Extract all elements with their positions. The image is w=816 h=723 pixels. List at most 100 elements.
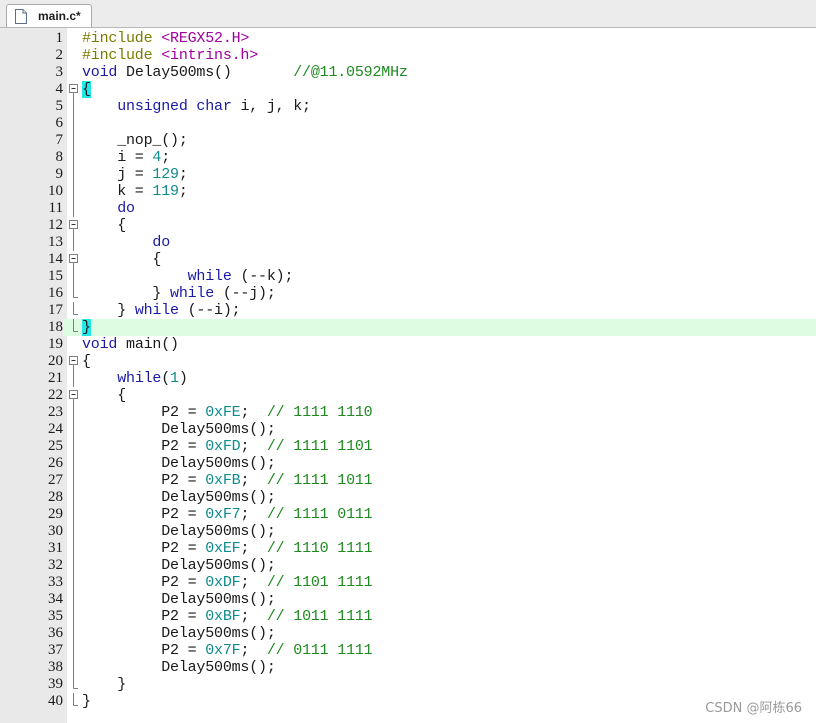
tab-main-c[interactable]: main.c* bbox=[6, 4, 92, 27]
code-line[interactable]: 37 P2 = 0x7F; // 0111 1111 bbox=[0, 642, 816, 659]
code-line[interactable]: 13 do bbox=[0, 234, 816, 251]
code-line[interactable]: 21 while(1) bbox=[0, 370, 816, 387]
code-text: Delay500ms(); bbox=[82, 421, 276, 438]
line-number: 25 bbox=[48, 438, 63, 454]
code-text: } while (--i); bbox=[82, 302, 240, 319]
fold-collapse-icon[interactable] bbox=[67, 217, 80, 234]
code-line[interactable]: 9 j = 129; bbox=[0, 166, 816, 183]
fold-guide-icon bbox=[67, 132, 80, 149]
line-number: 4 bbox=[55, 81, 64, 97]
code-line[interactable]: 33 P2 = 0xDF; // 1101 1111 bbox=[0, 574, 816, 591]
code-text: P2 = 0xFB; // 1111 1011 bbox=[82, 472, 372, 489]
code-line[interactable]: 40} bbox=[0, 693, 816, 710]
code-line[interactable]: 5 unsigned char i, j, k; bbox=[0, 98, 816, 115]
code-line[interactable]: 14 { bbox=[0, 251, 816, 268]
line-number: 18 bbox=[0, 319, 63, 336]
code-line[interactable]: 20 { bbox=[0, 353, 816, 370]
code-line[interactable]: 35 P2 = 0xBF; // 1011 1111 bbox=[0, 608, 816, 625]
code-editor[interactable]: 1 #include <REGX52.H> 2 #include <intrins.h… bbox=[0, 28, 816, 723]
code-token: P2 = bbox=[82, 642, 206, 659]
fold-collapse-icon[interactable] bbox=[67, 387, 80, 404]
code-token: // 0111 1111 bbox=[266, 642, 373, 659]
line-number: 12 bbox=[48, 217, 63, 233]
code-token: while bbox=[134, 302, 179, 319]
code-line[interactable]: 11 do bbox=[0, 200, 816, 217]
code-token: // 1111 1011 bbox=[266, 472, 373, 489]
code-token: } bbox=[82, 285, 171, 302]
code-text: P2 = 0xDF; // 1101 1111 bbox=[82, 574, 372, 591]
fold-guide-icon bbox=[67, 693, 80, 710]
code-token: 0xFD bbox=[205, 438, 241, 455]
code-token: P2 = bbox=[82, 574, 206, 591]
line-number: 30 bbox=[48, 523, 63, 539]
fold-guide-icon bbox=[67, 166, 80, 183]
code-line[interactable]: 12 { bbox=[0, 217, 816, 234]
fold-collapse-icon[interactable] bbox=[67, 353, 80, 370]
code-line[interactable]: 26 Delay500ms(); bbox=[0, 455, 816, 472]
code-line[interactable]: 25 P2 = 0xFD; // 1111 1101 bbox=[0, 438, 816, 455]
code-line[interactable]: 36 Delay500ms(); bbox=[0, 625, 816, 642]
fold-collapse-icon[interactable] bbox=[67, 251, 80, 268]
line-number: 13 bbox=[48, 234, 63, 250]
code-line[interactable]: 38 Delay500ms(); bbox=[0, 659, 816, 676]
line-number: 31 bbox=[48, 540, 63, 556]
code-text: } bbox=[82, 319, 91, 336]
code-line[interactable]: 3 void Delay500ms() //@11.0592MHz bbox=[0, 64, 816, 81]
code-token: ; bbox=[240, 608, 267, 625]
fold-guide-icon bbox=[67, 642, 80, 659]
fold-guide-icon bbox=[67, 455, 80, 472]
code-line[interactable]: 34 Delay500ms(); bbox=[0, 591, 816, 608]
fold-guide-icon bbox=[67, 489, 80, 506]
code-line[interactable]: 32 Delay500ms(); bbox=[0, 557, 816, 574]
line-number: 40 bbox=[48, 693, 63, 709]
fold-guide-icon bbox=[67, 438, 80, 455]
code-token: (--k); bbox=[231, 268, 294, 285]
code-line[interactable]: 4{ bbox=[0, 81, 816, 98]
code-line[interactable]: 16 } while (--j); bbox=[0, 285, 816, 302]
code-token: 0xFB bbox=[205, 472, 241, 489]
code-token: 1 bbox=[170, 370, 179, 387]
code-text: while(1) bbox=[82, 370, 188, 387]
line-number: 20 bbox=[48, 353, 63, 369]
fold-collapse-icon[interactable] bbox=[67, 81, 80, 98]
code-token: ; bbox=[178, 166, 188, 183]
code-line[interactable]: 18} bbox=[0, 319, 816, 336]
code-line[interactable]: 27 P2 = 0xFB; // 1111 1011 bbox=[0, 472, 816, 489]
code-text: #include <intrins.h> bbox=[82, 47, 258, 64]
matched-brace: } bbox=[82, 319, 91, 336]
code-text: while (--k); bbox=[82, 268, 294, 285]
line-number: 10 bbox=[48, 183, 63, 199]
code-line[interactable]: 23 P2 = 0xFE; // 1111 1110 bbox=[0, 404, 816, 421]
code-line[interactable]: 19 void main() bbox=[0, 336, 816, 353]
code-token: #include bbox=[82, 47, 162, 64]
code-line[interactable]: 15 while (--k); bbox=[0, 268, 816, 285]
code-text: { bbox=[82, 251, 161, 268]
code-line[interactable]: 7 _nop_(); bbox=[0, 132, 816, 149]
fold-guide-icon bbox=[67, 523, 80, 540]
fold-guide-icon bbox=[67, 183, 80, 200]
code-line[interactable]: 31 P2 = 0xEF; // 1110 1111 bbox=[0, 540, 816, 557]
code-token: 4 bbox=[152, 149, 162, 166]
code-token: Delay500ms(); bbox=[82, 591, 276, 608]
code-line[interactable]: 24 Delay500ms(); bbox=[0, 421, 816, 438]
code-token: ; bbox=[161, 149, 171, 166]
tab-label: main.c* bbox=[38, 9, 81, 23]
code-token: P2 = bbox=[82, 438, 206, 455]
code-line[interactable]: 28 Delay500ms(); bbox=[0, 489, 816, 506]
code-line[interactable]: 6 bbox=[0, 115, 816, 132]
code-line[interactable]: 22 { bbox=[0, 387, 816, 404]
code-token: ) bbox=[178, 370, 188, 387]
code-line[interactable]: 30 Delay500ms(); bbox=[0, 523, 816, 540]
code-line[interactable]: 29 P2 = 0xF7; // 1111 0111 bbox=[0, 506, 816, 523]
code-token: // 1011 1111 bbox=[266, 608, 373, 625]
code-line[interactable]: 1 #include <REGX52.H> bbox=[0, 30, 816, 47]
code-text: } bbox=[82, 693, 91, 710]
code-line[interactable]: 2 #include <intrins.h> bbox=[0, 47, 816, 64]
code-token: <REGX52.H> bbox=[161, 30, 250, 47]
code-line[interactable]: 10 k = 119; bbox=[0, 183, 816, 200]
code-token: // 1111 1110 bbox=[266, 404, 373, 421]
fold-guide-icon bbox=[67, 149, 80, 166]
code-line[interactable]: 39 } bbox=[0, 676, 816, 693]
code-line[interactable]: 17 } while (--i); bbox=[0, 302, 816, 319]
code-line[interactable]: 8 i = 4; bbox=[0, 149, 816, 166]
